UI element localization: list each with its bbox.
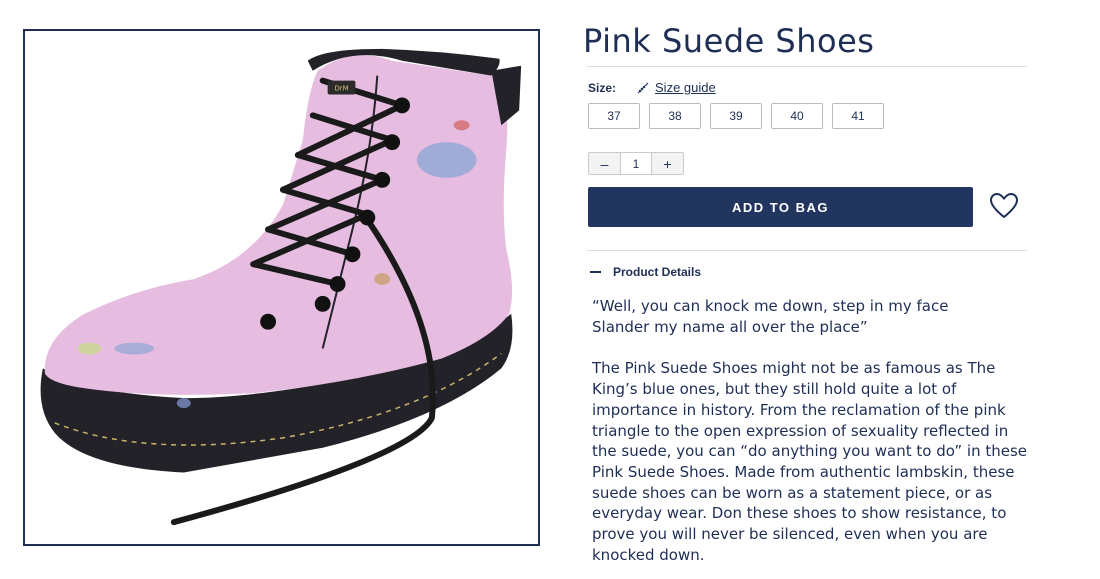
- wishlist-button[interactable]: [988, 190, 1020, 222]
- size-row: Size: Size guide: [588, 80, 716, 95]
- size-guide-link[interactable]: Size guide: [636, 80, 716, 95]
- size-option[interactable]: 37: [588, 103, 640, 129]
- size-options: 37 38 39 40 41: [588, 103, 884, 129]
- size-label: Size:: [588, 80, 617, 95]
- size-option[interactable]: 38: [649, 103, 701, 129]
- title-divider: [587, 66, 1027, 67]
- size-option[interactable]: 41: [832, 103, 884, 129]
- size-guide-label: Size guide: [655, 80, 716, 95]
- product-details-body: “Well, you can knock me down, step in my…: [592, 296, 1032, 579]
- boot-illustration: DrM: [40, 48, 522, 526]
- add-to-bag-button[interactable]: ADD TO BAG: [588, 187, 973, 227]
- product-details-title: Product Details: [613, 265, 702, 279]
- product-image: DrM: [23, 29, 540, 546]
- details-divider: [587, 250, 1027, 251]
- product-quote: “Well, you can knock me down, step in my…: [592, 297, 949, 336]
- heart-icon: [989, 192, 1019, 219]
- ruler-icon: [637, 82, 649, 93]
- minus-icon: [590, 271, 601, 273]
- quantity-increase-button[interactable]: +: [652, 153, 683, 174]
- product-title: Pink Suede Shoes: [583, 22, 875, 60]
- quantity-stepper: – 1 +: [588, 152, 684, 175]
- product-description: The Pink Suede Shoes might not be as fam…: [592, 359, 1028, 564]
- quantity-value[interactable]: 1: [620, 153, 652, 174]
- svg-text:DrM: DrM: [334, 85, 348, 93]
- size-option[interactable]: 39: [710, 103, 762, 129]
- size-option[interactable]: 40: [771, 103, 823, 129]
- product-details-toggle[interactable]: Product Details: [590, 265, 701, 279]
- quantity-decrease-button[interactable]: –: [589, 153, 620, 174]
